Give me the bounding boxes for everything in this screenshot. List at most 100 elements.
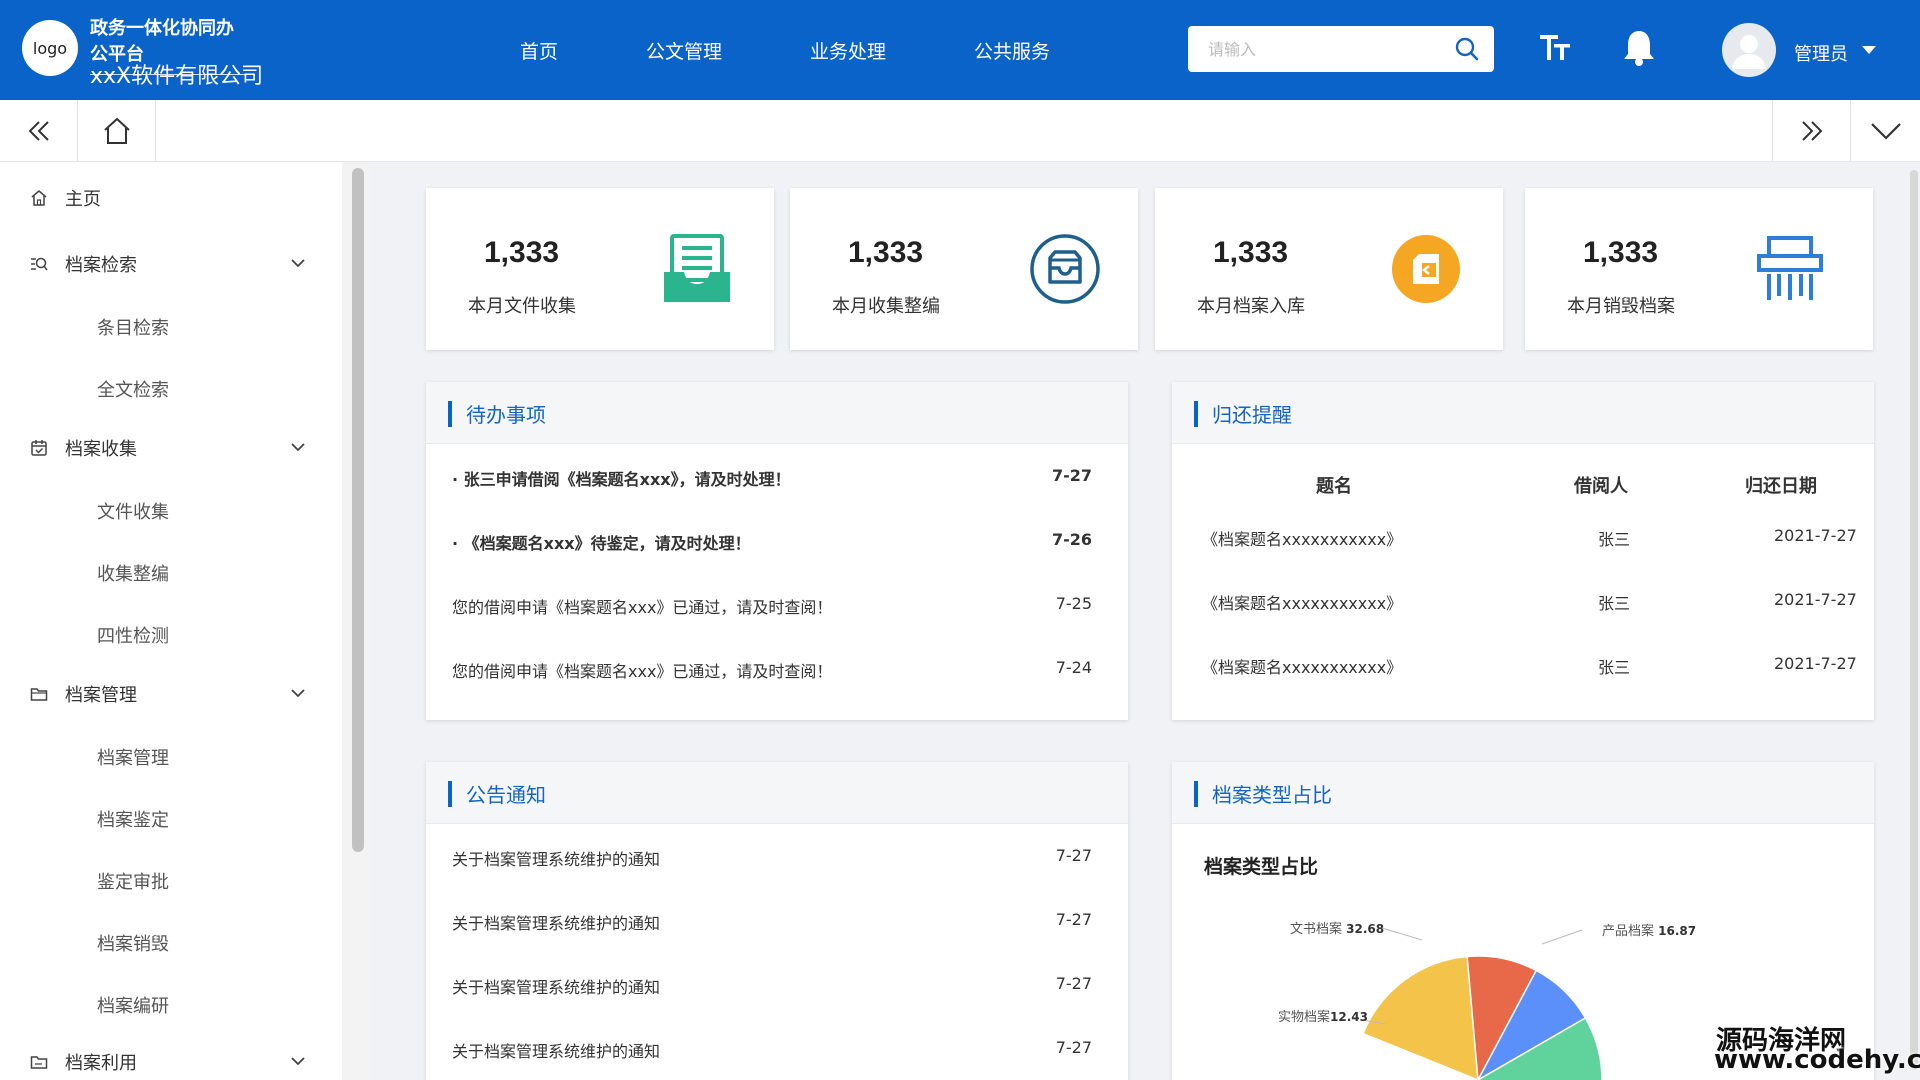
table-cell-date: 2021-7-27 bbox=[1774, 590, 1857, 609]
pie-leader-line bbox=[1381, 927, 1423, 941]
chevron-down-icon bbox=[1870, 123, 1901, 140]
home-tab-button[interactable] bbox=[78, 100, 156, 162]
sidebar-group-archive-utilization[interactable]: 档案利用 bbox=[0, 1042, 330, 1080]
nav-business-processing[interactable]: 业务处理 bbox=[810, 37, 886, 64]
notice-item[interactable]: 关于档案管理系统维护的通知 7-27 bbox=[452, 910, 1092, 934]
stat-card-collection-compilation[interactable]: 1,333 本月收集整编 bbox=[790, 188, 1138, 350]
chevron-down-icon bbox=[291, 689, 305, 698]
stat-value: 1,333 bbox=[848, 236, 924, 269]
panel-header: 归还提醒 bbox=[1172, 382, 1874, 444]
logo: logo bbox=[22, 20, 78, 76]
notice-item[interactable]: 关于档案管理系统维护的通知 7-27 bbox=[452, 846, 1092, 870]
stat-value: 1,333 bbox=[484, 236, 560, 269]
table-cell-borrower: 张三 bbox=[1598, 530, 1631, 549]
todo-item[interactable]: 您的借阅申请《档案题名xxx》已通过，请及时查阅！ 7-25 bbox=[452, 594, 1092, 618]
search-icon[interactable] bbox=[1454, 36, 1480, 66]
nav-public-services[interactable]: 公共服务 bbox=[974, 37, 1050, 64]
sidebar-item-archive-management[interactable]: 档案管理 bbox=[97, 744, 169, 770]
sidebar-item-archive-destruction[interactable]: 档案销毁 bbox=[97, 930, 169, 956]
double-chevron-left-icon bbox=[28, 121, 49, 141]
pie-slice[interactable] bbox=[1362, 955, 1479, 1080]
panel-accent-bar bbox=[448, 401, 452, 427]
tab-menu-button[interactable] bbox=[1850, 100, 1920, 162]
chevron-down-icon bbox=[291, 1057, 305, 1066]
sidebar-group-archive-management[interactable]: 档案管理 bbox=[0, 674, 330, 714]
pie-label-product: 产品档案 16.87 bbox=[1602, 924, 1697, 939]
todo-date: 7-27 bbox=[1051, 466, 1092, 485]
calendar-check-icon bbox=[31, 440, 47, 456]
collapse-left-button[interactable] bbox=[0, 100, 78, 162]
panel-title: 公告通知 bbox=[466, 783, 546, 807]
table-cell-borrower: 张三 bbox=[1598, 658, 1631, 677]
notice-text: 关于档案管理系统维护的通知 bbox=[452, 1042, 661, 1061]
font-size-icon[interactable] bbox=[1538, 30, 1572, 68]
sidebar-item-entry-search[interactable]: 条目检索 bbox=[97, 314, 169, 340]
return-reminder-panel: 归还提醒 题名 借阅人 归还日期 《档案题名xxxxxxxxxxx》 张三 20… bbox=[1172, 382, 1874, 720]
shredder-icon bbox=[1757, 236, 1823, 300]
panel-header: 待办事项 bbox=[426, 382, 1128, 444]
user-name[interactable]: 管理员 bbox=[1794, 40, 1848, 66]
todo-item[interactable]: · 《档案题名xxx》待鉴定，请及时处理！ 7-26 bbox=[452, 530, 1092, 554]
tray-icon bbox=[1030, 234, 1100, 304]
table-cell-title[interactable]: 《档案题名xxxxxxxxxxx》 bbox=[1202, 654, 1402, 678]
nav-home[interactable]: 首页 bbox=[520, 37, 558, 64]
sidebar-item-label: 主页 bbox=[65, 189, 101, 210]
stat-card-archive-storage[interactable]: 1,333 本月档案入库 bbox=[1155, 188, 1503, 350]
stat-card-file-collection[interactable]: 1,333 本月文件收集 bbox=[426, 188, 774, 350]
notice-text: 关于档案管理系统维护的通知 bbox=[452, 978, 661, 997]
table-cell-date: 2021-7-27 bbox=[1774, 654, 1857, 673]
caret-down-icon[interactable] bbox=[1862, 46, 1876, 54]
search-list-icon bbox=[31, 257, 48, 271]
sidebar-item-archive-compilation[interactable]: 档案编研 bbox=[97, 992, 169, 1018]
sidebar-item-collection-compilation[interactable]: 收集整编 bbox=[97, 560, 169, 586]
sidebar-group-archive-search[interactable]: 档案检索 bbox=[0, 244, 330, 284]
notice-text: 关于档案管理系统维护的通知 bbox=[452, 914, 661, 933]
todo-item[interactable]: 您的借阅申请《档案题名xxx》已通过，请及时查阅！ 7-24 bbox=[452, 658, 1092, 682]
notice-item[interactable]: 关于档案管理系统维护的通知 7-27 bbox=[452, 974, 1092, 998]
panel-accent-bar bbox=[448, 781, 452, 807]
sidebar-scrollbar[interactable] bbox=[352, 168, 364, 852]
main-nav: 首页 公文管理 业务处理 公共服务 bbox=[520, 0, 1138, 100]
notice-date: 7-27 bbox=[1055, 974, 1092, 993]
company-name: xxX软件有限公司 bbox=[90, 64, 264, 89]
scroll-right-button[interactable] bbox=[1772, 100, 1850, 162]
pie-leader-line bbox=[1541, 929, 1583, 945]
sidebar-item-fulltext-search[interactable]: 全文检索 bbox=[97, 376, 169, 402]
stat-label: 本月收集整编 bbox=[832, 296, 940, 317]
sidebar-item-file-collection[interactable]: 文件收集 bbox=[97, 498, 169, 524]
panel-accent-bar bbox=[1194, 401, 1198, 427]
search-input[interactable] bbox=[1188, 26, 1438, 72]
sidebar-group-archive-collection[interactable]: 档案收集 bbox=[0, 428, 330, 468]
sidebar-group-label: 档案检索 bbox=[65, 255, 137, 276]
panel-title: 归还提醒 bbox=[1212, 403, 1292, 427]
search-box bbox=[1188, 26, 1494, 72]
todo-text: · 《档案题名xxx》待鉴定，请及时处理！ bbox=[452, 534, 751, 553]
todo-item[interactable]: · 张三申请借阅《档案题名xxx》，请及时处理！ 7-27 bbox=[452, 466, 1092, 490]
avatar[interactable] bbox=[1722, 23, 1776, 77]
todo-text: 您的借阅申请《档案题名xxx》已通过，请及时查阅！ bbox=[452, 598, 833, 617]
main-scrollbar[interactable] bbox=[1910, 170, 1918, 1070]
double-chevron-right-icon bbox=[1801, 121, 1822, 141]
sidebar-item-four-property-check[interactable]: 四性检测 bbox=[97, 622, 169, 648]
table-cell-title[interactable]: 《档案题名xxxxxxxxxxx》 bbox=[1202, 526, 1402, 550]
tab-bar bbox=[0, 100, 1920, 162]
nav-document-management[interactable]: 公文管理 bbox=[646, 37, 722, 64]
sidebar-item-appraisal-approval[interactable]: 鉴定审批 bbox=[97, 868, 169, 894]
sidebar-group-label: 档案收集 bbox=[65, 439, 137, 460]
notice-date: 7-27 bbox=[1055, 910, 1092, 929]
sidebar: 主页 档案检索 条目检索 全文检索 档案收集 文件收集 收集整编 四性检测 档案… bbox=[0, 162, 342, 1080]
table-cell-title[interactable]: 《档案题名xxxxxxxxxxx》 bbox=[1202, 590, 1402, 614]
column-header-borrower: 借阅人 bbox=[1574, 476, 1628, 497]
todo-text: · 张三申请借阅《档案题名xxx》，请及时处理！ bbox=[452, 470, 791, 489]
notice-item[interactable]: 关于档案管理系统维护的通知 7-27 bbox=[452, 1038, 1092, 1062]
sidebar-item-archive-appraisal[interactable]: 档案鉴定 bbox=[97, 806, 169, 832]
column-header-return-date: 归还日期 bbox=[1745, 476, 1817, 497]
todo-date: 7-24 bbox=[1055, 658, 1092, 677]
stat-card-archive-destruction[interactable]: 1,333 本月销毁档案 bbox=[1525, 188, 1873, 350]
stat-label: 本月文件收集 bbox=[468, 296, 576, 317]
folder-share-icon bbox=[30, 1056, 48, 1069]
bell-icon[interactable] bbox=[1620, 28, 1658, 72]
table-cell-date: 2021-7-27 bbox=[1774, 526, 1857, 545]
sidebar-item-home[interactable]: 主页 bbox=[0, 178, 330, 218]
notice-date: 7-27 bbox=[1055, 846, 1092, 865]
